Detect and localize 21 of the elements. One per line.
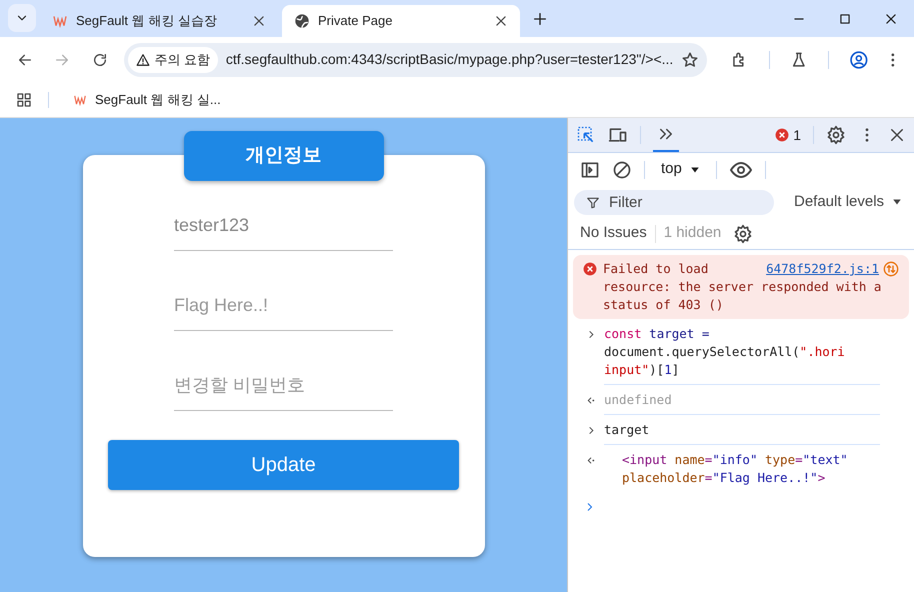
- bookmark[interactable]: SegFault 웹 해킹 실...: [65, 90, 229, 110]
- input-field[interactable]: Flag Here..!: [174, 281, 393, 331]
- filter-field[interactable]: Filter: [574, 190, 774, 214]
- context-dropdown[interactable]: top: [657, 158, 704, 181]
- input-field[interactable]: 변경할 비밀번호: [174, 361, 393, 411]
- hidden-count: 1 hidden: [664, 223, 722, 244]
- error-text: Failed to load resource: the server responded with a status of 403 () 6478f529f2.js:1: [603, 260, 899, 314]
- browser-tab[interactable]: SegFault 웹 해킹 실습장: [40, 5, 278, 37]
- console-result: undefined: [604, 391, 880, 415]
- browser-tab[interactable]: Private Page: [282, 5, 520, 37]
- form-heading: 개인정보: [184, 131, 384, 181]
- element-output: <input name="info" type="text" placeholder="Flag Here..!">: [621, 451, 849, 487]
- update-button[interactable]: Update: [108, 440, 459, 490]
- error-counter[interactable]: 1: [775, 124, 801, 146]
- address-bar[interactable]: 주의 요함 ctf.segfaulthub.com:4343/scriptBasic/mypage.php?user=tester123"/><...: [124, 42, 708, 76]
- input-field[interactable]: tester123: [174, 201, 393, 251]
- source-link[interactable]: 6478f529f2.js:1: [766, 260, 879, 278]
- issues-link[interactable]: No Issues: [580, 222, 647, 245]
- levels-dropdown[interactable]: Default levels: [786, 190, 910, 214]
- security-chip[interactable]: 주의 요함: [128, 46, 218, 72]
- url-text: ctf.segfaulthub.com:4343/scriptBasic/mypage.php?user=tester123"/><...: [226, 50, 674, 69]
